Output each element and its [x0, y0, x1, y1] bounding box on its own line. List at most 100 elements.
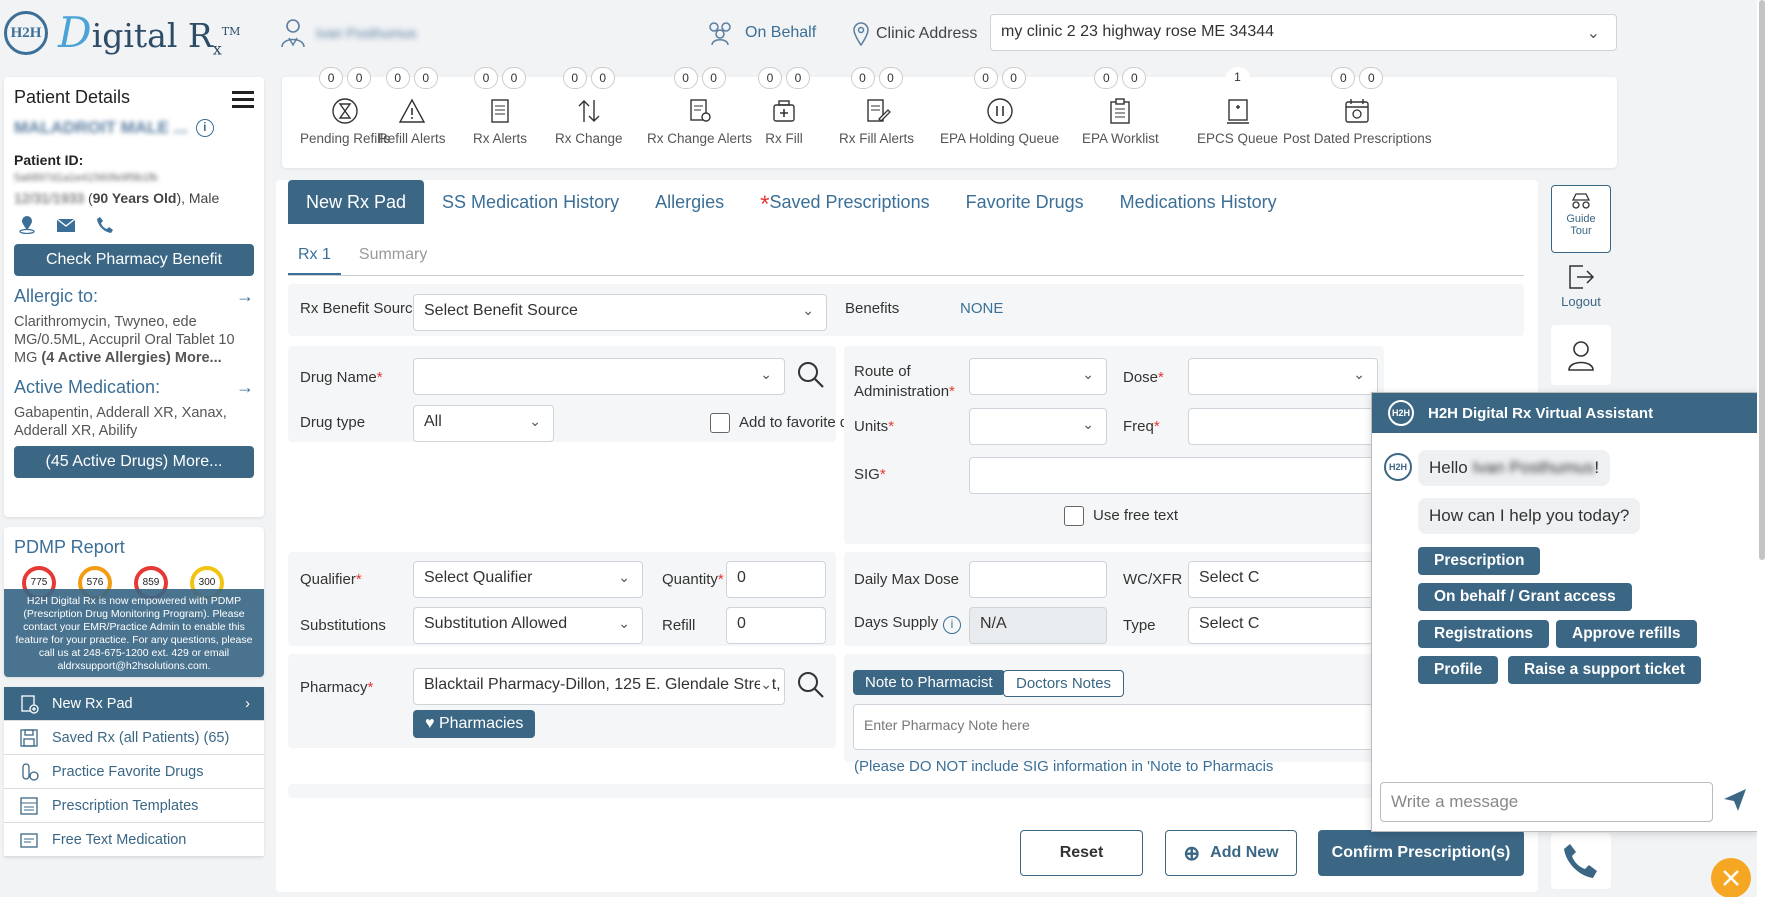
send-icon[interactable]	[1722, 787, 1748, 813]
dose-select[interactable]: ⌄	[1188, 358, 1378, 395]
queue-epcs[interactable]: 1 EPCS Queue	[1197, 67, 1278, 146]
search-icon[interactable]	[796, 670, 826, 700]
chat-option-approve-refills[interactable]: Approve refills	[1556, 620, 1697, 648]
tab-favorite-drugs[interactable]: Favorite Drugs	[948, 180, 1102, 224]
info-icon[interactable]: i	[195, 119, 214, 137]
warning-icon	[398, 98, 425, 123]
freq-select[interactable]	[1188, 408, 1378, 445]
patient-details-card: Patient Details MALADROIT MALE ... i Pati…	[4, 77, 264, 517]
phone-icon[interactable]	[96, 216, 114, 234]
type-label: Type	[1123, 617, 1156, 634]
allergic-to-header[interactable]: Allergic to: →	[14, 286, 254, 307]
subtab-summary[interactable]: Summary	[349, 240, 437, 275]
benefit-source-select[interactable]: Select Benefit Source ⌄	[413, 294, 827, 331]
left-panel: Patient Details MALADROIT MALE ... i Pati…	[4, 77, 264, 857]
page-scrollbar[interactable]	[1757, 0, 1767, 897]
wc-xfr-select[interactable]: Select C	[1188, 561, 1378, 598]
chevron-down-icon: ⌄	[1082, 366, 1094, 382]
substitutions-select[interactable]: Substitution Allowed ⌄	[413, 607, 643, 644]
profile-button[interactable]	[1551, 325, 1611, 385]
patient-name[interactable]: MALADROIT MALE ... i	[14, 118, 254, 138]
use-free-text-checkbox[interactable]	[1064, 506, 1084, 526]
chevron-down-icon: ⌄	[1082, 416, 1094, 432]
add-new-button[interactable]: ⊕ Add New	[1165, 830, 1297, 876]
check-pharmacy-benefit-button[interactable]: Check Pharmacy Benefit	[14, 244, 254, 276]
clinic-address-select[interactable]: my clinic 2 23 highway rose ME 34344 ⌄	[990, 14, 1617, 51]
tab-ss-medication-history[interactable]: SS Medication History	[424, 180, 637, 224]
allergies-more-link[interactable]: (4 Active Allergies) More...	[41, 350, 221, 366]
pharmacy-note-input[interactable]: Enter Pharmacy Note here	[853, 704, 1384, 750]
close-chat-button[interactable]	[1711, 858, 1751, 897]
chat-option-profile[interactable]: Profile	[1418, 656, 1499, 684]
tab-allergies[interactable]: Allergies	[637, 180, 742, 224]
queue-epa-worklist[interactable]: 00 EPA Worklist	[1082, 67, 1159, 146]
quantity-input[interactable]: 0	[726, 561, 826, 598]
chevron-down-icon: ⌄	[802, 302, 814, 318]
arrow-right-icon[interactable]: →	[236, 286, 254, 307]
daily-max-dose-input[interactable]	[969, 561, 1107, 598]
clipboard-list-icon	[1110, 98, 1131, 124]
chat-option-on-behalf[interactable]: On behalf / Grant access	[1418, 583, 1632, 611]
nav-new-rx-pad[interactable]: New Rx Pad ›	[4, 687, 264, 721]
chat-option-registrations[interactable]: Registrations	[1418, 620, 1550, 648]
call-button[interactable]	[1551, 833, 1611, 889]
pdmp-title: PDMP Report	[14, 537, 125, 557]
guide-tour-button[interactable]: Guide Tour	[1551, 185, 1611, 253]
menu-icon[interactable]	[232, 91, 254, 112]
top-header: H2H Digital RxTM Ivan Posthumus On Behal…	[0, 0, 1767, 68]
epcs-icon	[1226, 99, 1249, 124]
chevron-right-icon: ›	[245, 695, 250, 712]
units-select[interactable]: ⌄	[969, 408, 1107, 445]
tab-medications-history[interactable]: Medications History	[1102, 180, 1295, 224]
nav-free-text-medication[interactable]: Free Text Medication	[4, 823, 264, 857]
drug-name-select[interactable]: ⌄	[413, 358, 785, 395]
active-medication-header[interactable]: Active Medication: →	[14, 377, 254, 398]
confirm-prescriptions-button[interactable]: Confirm Prescription(s)	[1318, 830, 1524, 876]
logout-button[interactable]: Logout	[1551, 259, 1611, 319]
sig-label: SIG*	[854, 466, 886, 483]
app-logo[interactable]: H2H Digital RxTM	[4, 8, 240, 59]
refill-input[interactable]: 0	[726, 607, 826, 644]
subtab-rx1[interactable]: Rx 1	[288, 240, 341, 275]
document-icon	[491, 99, 509, 123]
queue-refill-alerts[interactable]: 00 Refill Alerts	[378, 67, 446, 146]
tab-saved-prescriptions[interactable]: *Saved Prescriptions	[742, 180, 947, 224]
on-behalf-link[interactable]: On Behalf	[705, 20, 816, 46]
chat-message-input[interactable]: Write a message	[1380, 782, 1713, 822]
pharmacy-select[interactable]: Blacktail Pharmacy-Dillon, 125 E. Glenda…	[413, 668, 785, 705]
type-select[interactable]: Select C	[1188, 607, 1378, 644]
queue-rx-change[interactable]: 00 Rx Change	[555, 67, 623, 146]
search-icon[interactable]	[796, 360, 826, 390]
tab-new-rx-pad[interactable]: New Rx Pad	[288, 180, 425, 224]
queue-rx-fill[interactable]: 00 Rx Fill	[758, 67, 810, 146]
doctors-notes-tab[interactable]: Doctors Notes	[1003, 670, 1125, 697]
queue-post-dated[interactable]: 00 Post Dated Prescriptions	[1283, 67, 1432, 146]
pharmacies-button[interactable]: ♥ Pharmacies	[413, 710, 536, 738]
pdmp-overlay-note: H2H Digital Rx is now empowered with PDM…	[4, 589, 264, 677]
queue-rx-fill-alerts[interactable]: 00 Rx Fill Alerts	[839, 67, 914, 146]
chat-option-prescription[interactable]: Prescription	[1418, 547, 1541, 575]
email-icon[interactable]	[56, 216, 76, 234]
current-user[interactable]: Ivan Posthumus	[280, 18, 416, 48]
add-favorite-checkbox[interactable]	[710, 413, 730, 433]
queue-rx-change-alerts[interactable]: 00 Rx Change Alerts	[647, 67, 752, 146]
chat-option-support-ticket[interactable]: Raise a support ticket	[1508, 656, 1702, 684]
qualifier-select[interactable]: Select Qualifier ⌄	[413, 561, 643, 598]
nav-prescription-templates[interactable]: Prescription Templates	[4, 789, 264, 823]
queue-rx-alerts[interactable]: 00 Rx Alerts	[473, 67, 527, 146]
h2h-logo-icon: H2H	[1388, 400, 1414, 426]
location-icon[interactable]	[18, 216, 36, 234]
active-drugs-more-button[interactable]: (45 Active Drugs) More...	[14, 446, 254, 478]
queue-epa-holding[interactable]: 00 EPA Holding Queue	[940, 67, 1059, 146]
drug-type-select[interactable]: All ⌄	[413, 405, 554, 442]
arrow-right-icon[interactable]: →	[236, 377, 254, 398]
note-to-pharmacist-tab[interactable]: Note to Pharmacist	[853, 670, 1005, 695]
reset-button[interactable]: Reset	[1020, 830, 1143, 876]
queue-pending-refills[interactable]: 00 Pending Refills	[300, 67, 390, 146]
sig-input[interactable]	[969, 457, 1378, 494]
route-select[interactable]: ⌄	[969, 358, 1107, 395]
nav-saved-rx[interactable]: Saved Rx (all Patients) (65)	[4, 721, 264, 755]
nav-practice-favorite-drugs[interactable]: Practice Favorite Drugs	[4, 755, 264, 789]
info-icon[interactable]: i	[943, 616, 961, 634]
save-icon	[18, 727, 40, 749]
